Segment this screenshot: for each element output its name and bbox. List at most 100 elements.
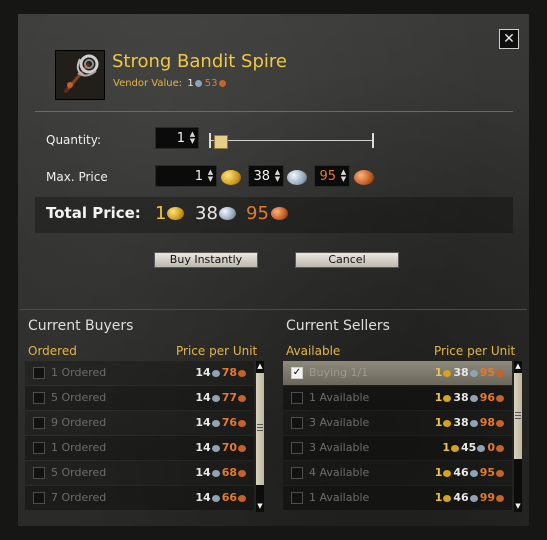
list-row[interactable]: 1 Available 1 46 99 [283, 486, 512, 510]
row-checkbox[interactable] [291, 467, 303, 479]
row-checkbox[interactable] [291, 492, 303, 504]
list-row[interactable]: 1 Available 1 38 96 [283, 386, 512, 410]
gold-coin-icon [443, 494, 452, 502]
row-price: 1 46 95 [435, 466, 506, 479]
row-copper-value: 0 [487, 441, 495, 454]
row-copper-value: 77 [221, 391, 237, 404]
list-row[interactable]: 3 Available 1 38 98 [283, 411, 512, 435]
vendor-value-label: Vendor Value: [113, 78, 183, 89]
buyers-scrollbar[interactable]: ▲ ▼ [256, 361, 264, 512]
total-price-label: Total Price: [46, 204, 141, 222]
row-checkbox[interactable] [291, 392, 303, 404]
row-checkbox[interactable] [33, 417, 45, 429]
copper-coin-icon [238, 494, 246, 502]
copper-coin-icon [238, 444, 246, 452]
quantity-slider[interactable] [211, 140, 374, 141]
list-row[interactable]: 1 Ordered 14 70 [25, 436, 254, 460]
copper-stepper[interactable]: ▲ ▼ [340, 169, 347, 183]
silver-coin-icon [211, 394, 220, 402]
list-row[interactable]: 1 Ordered 14 78 [25, 361, 254, 385]
buyers-scrollbar-thumb[interactable] [256, 373, 264, 485]
row-price: 1 38 95 [435, 366, 506, 379]
row-quantity-text: 9 Ordered [51, 416, 107, 429]
row-checkbox[interactable] [33, 492, 45, 504]
row-silver-value: 46 [453, 491, 469, 504]
row-copper-value: 98 [479, 416, 495, 429]
gold-stepper[interactable]: ▲ ▼ [207, 169, 214, 183]
row-copper-value: 70 [221, 441, 237, 454]
sellers-available-header: Available [286, 344, 341, 358]
scroll-up-arrow[interactable]: ▲ [256, 363, 264, 370]
gold-coin-icon [443, 369, 452, 377]
grip-line [515, 415, 521, 416]
row-copper-value: 66 [221, 491, 237, 504]
row-gold-value: 1 [434, 366, 443, 379]
silver-coin-icon [469, 494, 478, 502]
scroll-up-arrow[interactable]: ▲ [514, 363, 522, 370]
copper-coin-icon [238, 369, 246, 377]
close-button[interactable]: ✕ [499, 29, 519, 49]
copper-coin-icon [496, 394, 504, 402]
row-copper-value: 95 [479, 466, 495, 479]
row-price: 14 76 [195, 416, 248, 429]
quantity-slider-handle[interactable] [214, 135, 228, 149]
copper-coin-icon [219, 79, 227, 87]
max-price-copper-value: 95 [319, 169, 336, 184]
sellers-list: ✓ Buying 1/1 1 38 95 1 Available 1 38 96 3 Availa… [283, 361, 512, 512]
row-checkbox[interactable]: ✓ [291, 367, 303, 379]
row-silver-value: 14 [195, 441, 211, 454]
list-row[interactable]: ✓ Buying 1/1 1 38 95 [283, 361, 512, 385]
silver-stepper[interactable]: ▲ ▼ [274, 169, 281, 183]
silver-coin-icon [469, 419, 478, 427]
list-row[interactable]: 9 Ordered 14 76 [25, 411, 254, 435]
silver-coin-icon [477, 444, 486, 452]
row-checkbox[interactable] [33, 367, 45, 379]
row-copper-value: 96 [479, 391, 495, 404]
list-row[interactable]: 3 Available 1 45 0 [283, 436, 512, 460]
silver-coin-icon [469, 369, 478, 377]
gold-coin-icon [221, 170, 241, 185]
quantity-stepper[interactable]: ▲ ▼ [189, 131, 196, 145]
copper-coin-icon [238, 469, 246, 477]
row-quantity-text: 1 Available [309, 491, 370, 504]
total-silver-value: 38 [195, 203, 218, 224]
sellers-scrollbar[interactable]: ▲ ▼ [514, 361, 522, 512]
buyers-title: Current Buyers [28, 318, 134, 334]
vendor-copper-value: 53 [204, 78, 218, 89]
scroll-down-arrow[interactable]: ▼ [514, 503, 522, 510]
row-checkbox[interactable] [33, 467, 45, 479]
cancel-button[interactable]: Cancel [295, 252, 399, 268]
gold-coin-icon [451, 444, 460, 452]
row-checkbox[interactable] [33, 392, 45, 404]
max-price-gold-input[interactable]: 1 ▲ ▼ [155, 165, 217, 187]
quantity-input[interactable]: 1 ▲ ▼ [155, 127, 199, 149]
copper-coin-icon [271, 207, 288, 220]
buyers-list: 1 Ordered 14 78 5 Ordered 14 77 9 Ordered 14 76 1… [25, 361, 254, 512]
silver-coin-icon [219, 207, 236, 220]
row-checkbox[interactable] [291, 442, 303, 454]
row-silver-value: 14 [195, 366, 211, 379]
gold-coin-icon [443, 419, 452, 427]
scroll-down-arrow[interactable]: ▼ [256, 503, 264, 510]
grip-line [257, 427, 263, 428]
list-row[interactable]: 7 Ordered 14 66 [25, 486, 254, 510]
buy-instantly-button[interactable]: Buy Instantly [154, 252, 258, 268]
row-silver-value: 14 [195, 491, 211, 504]
row-quantity-text: 7 Ordered [51, 491, 107, 504]
max-price-silver-input[interactable]: 38 ▲ ▼ [248, 165, 284, 187]
list-row[interactable]: 5 Ordered 14 77 [25, 386, 254, 410]
row-checkbox[interactable] [291, 417, 303, 429]
max-price-copper-input[interactable]: 95 ▲ ▼ [314, 165, 350, 187]
list-row[interactable]: 4 Available 1 46 95 [283, 461, 512, 485]
row-silver-value: 38 [453, 416, 469, 429]
sellers-scrollbar-thumb[interactable] [514, 373, 522, 459]
row-copper-value: 95 [479, 366, 495, 379]
silver-coin-icon [211, 444, 220, 452]
row-quantity-text: 5 Ordered [51, 391, 107, 404]
list-row[interactable]: 5 Ordered 14 68 [25, 461, 254, 485]
item-icon [55, 50, 105, 100]
row-silver-value: 14 [195, 391, 211, 404]
vendor-value: Vendor Value: 1 53 [113, 78, 227, 89]
row-checkbox[interactable] [33, 442, 45, 454]
slider-max-tick [372, 133, 374, 148]
